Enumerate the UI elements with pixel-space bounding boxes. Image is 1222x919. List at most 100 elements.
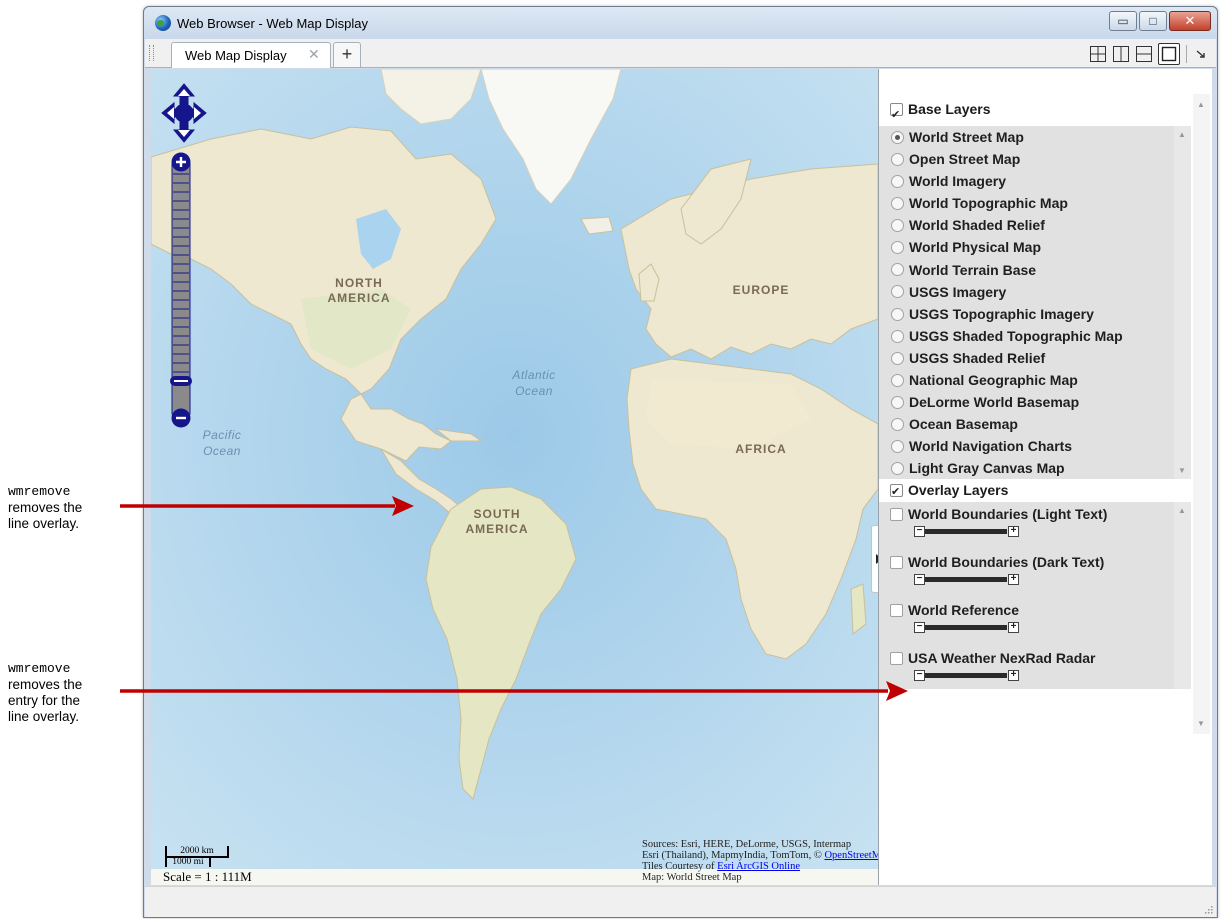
base-layer-option[interactable]: World Terrain Base <box>879 259 1191 281</box>
scroll-up-icon[interactable]: ▲ <box>1178 506 1186 515</box>
opacity-increase-button[interactable]: + <box>1008 574 1019 585</box>
base-layer-label: USGS Shaded Relief <box>909 349 1046 366</box>
opacity-decrease-button[interactable]: − <box>914 574 925 585</box>
drag-grip-icon[interactable] <box>149 45 154 61</box>
radio-button[interactable] <box>891 373 904 387</box>
radio-button[interactable] <box>891 152 904 166</box>
resize-grip-icon[interactable] <box>1203 904 1213 914</box>
overlay-layer-name[interactable]: World Reference <box>879 602 1019 619</box>
base-layer-option[interactable]: Open Street Map <box>879 148 1191 170</box>
base-layer-label: World Navigation Charts <box>909 438 1073 455</box>
opacity-decrease-button[interactable]: − <box>914 526 925 537</box>
base-layer-option[interactable]: USGS Shaded Relief <box>879 347 1191 369</box>
single-pane-icon[interactable] <box>1158 43 1180 65</box>
radio-button[interactable] <box>891 263 904 277</box>
overlay-layer-checkbox[interactable] <box>890 507 903 521</box>
overlay-layer-item: World Boundaries (Dark Text) − + <box>879 550 1191 598</box>
radio-button[interactable] <box>891 462 904 476</box>
base-layer-option[interactable]: USGS Shaded Topographic Map <box>879 325 1191 347</box>
layer-panel: Base Layers World Street Map Open Street … <box>878 69 1212 885</box>
radio-button[interactable] <box>891 329 904 343</box>
radio-button[interactable] <box>891 418 904 432</box>
base-layer-option[interactable]: World Street Map <box>879 126 1191 148</box>
opacity-increase-button[interactable]: + <box>1008 670 1019 681</box>
overlay-layers-checkbox[interactable] <box>890 481 903 503</box>
base-layer-option[interactable]: USGS Imagery <box>879 281 1191 303</box>
opacity-slider[interactable]: − + <box>914 622 1020 633</box>
radio-button[interactable] <box>891 219 904 233</box>
radio-button[interactable] <box>891 197 904 211</box>
scroll-down-icon[interactable]: ▼ <box>1178 466 1186 475</box>
minimize-button[interactable]: ▭ <box>1109 11 1137 31</box>
radio-button[interactable] <box>891 174 904 188</box>
base-layer-option[interactable]: World Shaded Relief <box>879 214 1191 236</box>
base-layer-option[interactable]: National Geographic Map <box>879 369 1191 391</box>
overlay-layer-name[interactable]: USA Weather NexRad Radar <box>879 650 1096 667</box>
overlay-layer-checkbox[interactable] <box>890 603 903 617</box>
opacity-increase-button[interactable]: + <box>1008 622 1019 633</box>
opacity-decrease-button[interactable]: − <box>914 670 925 681</box>
scroll-down-icon[interactable]: ▼ <box>1197 719 1205 728</box>
globe-icon <box>155 15 171 31</box>
opacity-track[interactable] <box>925 577 1007 582</box>
overlay-layer-checkbox[interactable] <box>890 651 903 665</box>
base-layer-option[interactable]: World Physical Map <box>879 236 1191 258</box>
base-layer-option[interactable]: DeLorme World Basemap <box>879 391 1191 413</box>
scroll-up-icon[interactable]: ▲ <box>1178 130 1186 139</box>
opacity-slider[interactable]: − + <box>914 670 1020 681</box>
osm-link[interactable]: OpenStreetMap contributors <box>824 850 878 861</box>
opacity-decrease-button[interactable]: − <box>914 622 925 633</box>
split-vertical-icon[interactable] <box>1112 45 1130 63</box>
base-layer-option[interactable]: World Imagery <box>879 170 1191 192</box>
layer-panel-toggle[interactable] <box>871 525 878 593</box>
close-button[interactable]: ✕ <box>1169 11 1211 31</box>
opacity-track[interactable] <box>925 625 1007 630</box>
scroll-up-icon[interactable]: ▲ <box>1197 100 1205 109</box>
title-bar[interactable]: Web Browser - Web Map Display ▭ □ ✕ <box>144 7 1217 39</box>
overlay-list-scrollbar[interactable]: ▲ <box>1174 502 1191 689</box>
base-layer-option[interactable]: World Navigation Charts <box>879 435 1191 457</box>
opacity-track[interactable] <box>925 673 1007 678</box>
layout-toolbar <box>1084 43 1210 65</box>
radio-button[interactable] <box>891 351 904 365</box>
maximize-button[interactable]: □ <box>1139 11 1167 31</box>
opacity-increase-button[interactable]: + <box>1008 526 1019 537</box>
radio-button[interactable] <box>891 395 904 409</box>
esri-arcgis-link[interactable]: Esri ArcGIS Online <box>717 861 800 872</box>
base-layer-option[interactable]: Light Gray Canvas Map <box>879 457 1191 479</box>
opacity-track[interactable] <box>925 529 1007 534</box>
radio-button[interactable] <box>891 285 904 299</box>
base-layer-label: USGS Shaded Topographic Map <box>909 327 1123 344</box>
base-layers-header[interactable]: Base Layers <box>879 94 1191 130</box>
base-layer-option[interactable]: USGS Topographic Imagery <box>879 303 1191 325</box>
radio-button[interactable] <box>891 440 904 454</box>
zoom-slider[interactable] <box>170 152 192 428</box>
map-canvas[interactable]: NORTH AMERICA EUROPE AFRICA SOUTH AMERIC… <box>151 69 878 885</box>
tab-web-map-display[interactable]: Web Map Display ✕ <box>171 42 331 68</box>
split-horizontal-icon[interactable] <box>1135 45 1153 63</box>
base-layer-option[interactable]: Ocean Basemap <box>879 413 1191 435</box>
base-list-scrollbar[interactable]: ▲ ▼ <box>1174 126 1191 479</box>
radio-button[interactable] <box>891 307 904 321</box>
base-layers-list: World Street Map Open Street Map World Ima… <box>879 126 1191 479</box>
pan-control[interactable] <box>160 82 208 144</box>
overlay-layer-checkbox[interactable] <box>890 555 903 569</box>
radio-button[interactable] <box>891 241 904 255</box>
base-layers-checkbox[interactable] <box>890 100 903 130</box>
overlay-layer-name[interactable]: World Boundaries (Dark Text) <box>879 554 1104 571</box>
continent-label-europe: EUROPE <box>732 283 790 297</box>
window-title: Web Browser - Web Map Display <box>177 16 368 31</box>
panel-scrollbar[interactable]: ▲ ▼ <box>1193 94 1210 734</box>
overlay-layer-name[interactable]: World Boundaries (Light Text) <box>879 506 1107 523</box>
base-layer-option[interactable]: World Topographic Map <box>879 192 1191 214</box>
tab-close-icon[interactable]: ✕ <box>308 46 320 63</box>
ocean-label-atlantic: Atlantic Ocean <box>499 367 569 399</box>
opacity-slider[interactable]: − + <box>914 526 1020 537</box>
new-tab-button[interactable]: + <box>333 42 361 67</box>
tile-grid-icon[interactable] <box>1089 45 1107 63</box>
undock-icon[interactable] <box>1192 45 1210 63</box>
opacity-slider[interactable]: − + <box>914 574 1020 585</box>
overlay-layer-item: USA Weather NexRad Radar − + <box>879 646 1191 694</box>
overlay-layers-header[interactable]: Overlay Layers <box>879 479 1191 503</box>
radio-button[interactable] <box>891 130 904 144</box>
